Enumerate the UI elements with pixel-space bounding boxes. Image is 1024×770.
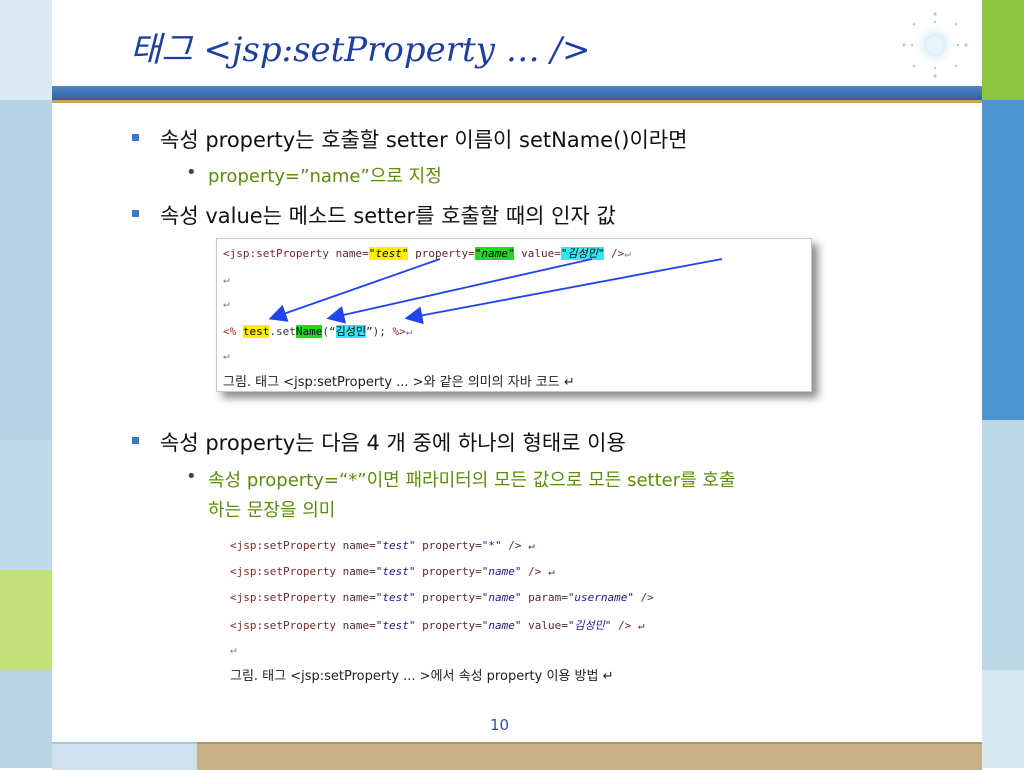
arrow-test [268, 258, 441, 322]
para-mark: ↵ [230, 643, 237, 656]
code-figure-2: <jsp:setProperty name="test" property="*… [224, 535, 844, 695]
jsp-code-line-1: <jsp:setProperty name="test" property="*… [230, 539, 535, 552]
jsp-code-line-4: <jsp:setProperty name="test" property="n… [230, 619, 645, 632]
figure-2-caption: 그림. 태그 <jsp:setProperty ... >에서 속성 prope… [230, 669, 614, 684]
sub-bullet-2-text: 속성 property=“*”이면 패라미터의 모든 값으로 모든 setter… [208, 470, 736, 491]
sub-bullet-2: • 속성 property=“*”이면 패라미터의 모든 값으로 모든 sett… [186, 466, 736, 492]
arrow-value [404, 258, 723, 325]
bullet-3-text: 속성 property는 다음 4 개 중에 하나의 형태로 이용 [160, 431, 626, 455]
dot-bullet-icon: • [186, 466, 197, 487]
sub-bullet-2-text-cont: 하는 문장을 의미 [208, 500, 336, 521]
jsp-code-line-3: <jsp:setProperty name="test" property="n… [230, 591, 654, 604]
square-bullet-icon [132, 437, 139, 444]
page-number: 10 [490, 716, 510, 734]
arrow-name [326, 258, 593, 324]
sub-bullet-2-cont: 하는 문장을 의미 [208, 496, 335, 522]
jsp-code-line-2: <jsp:setProperty name="test" property="n… [230, 565, 555, 578]
bullet-3: 속성 property는 다음 4 개 중에 하나의 형태로 이용 [132, 427, 626, 457]
